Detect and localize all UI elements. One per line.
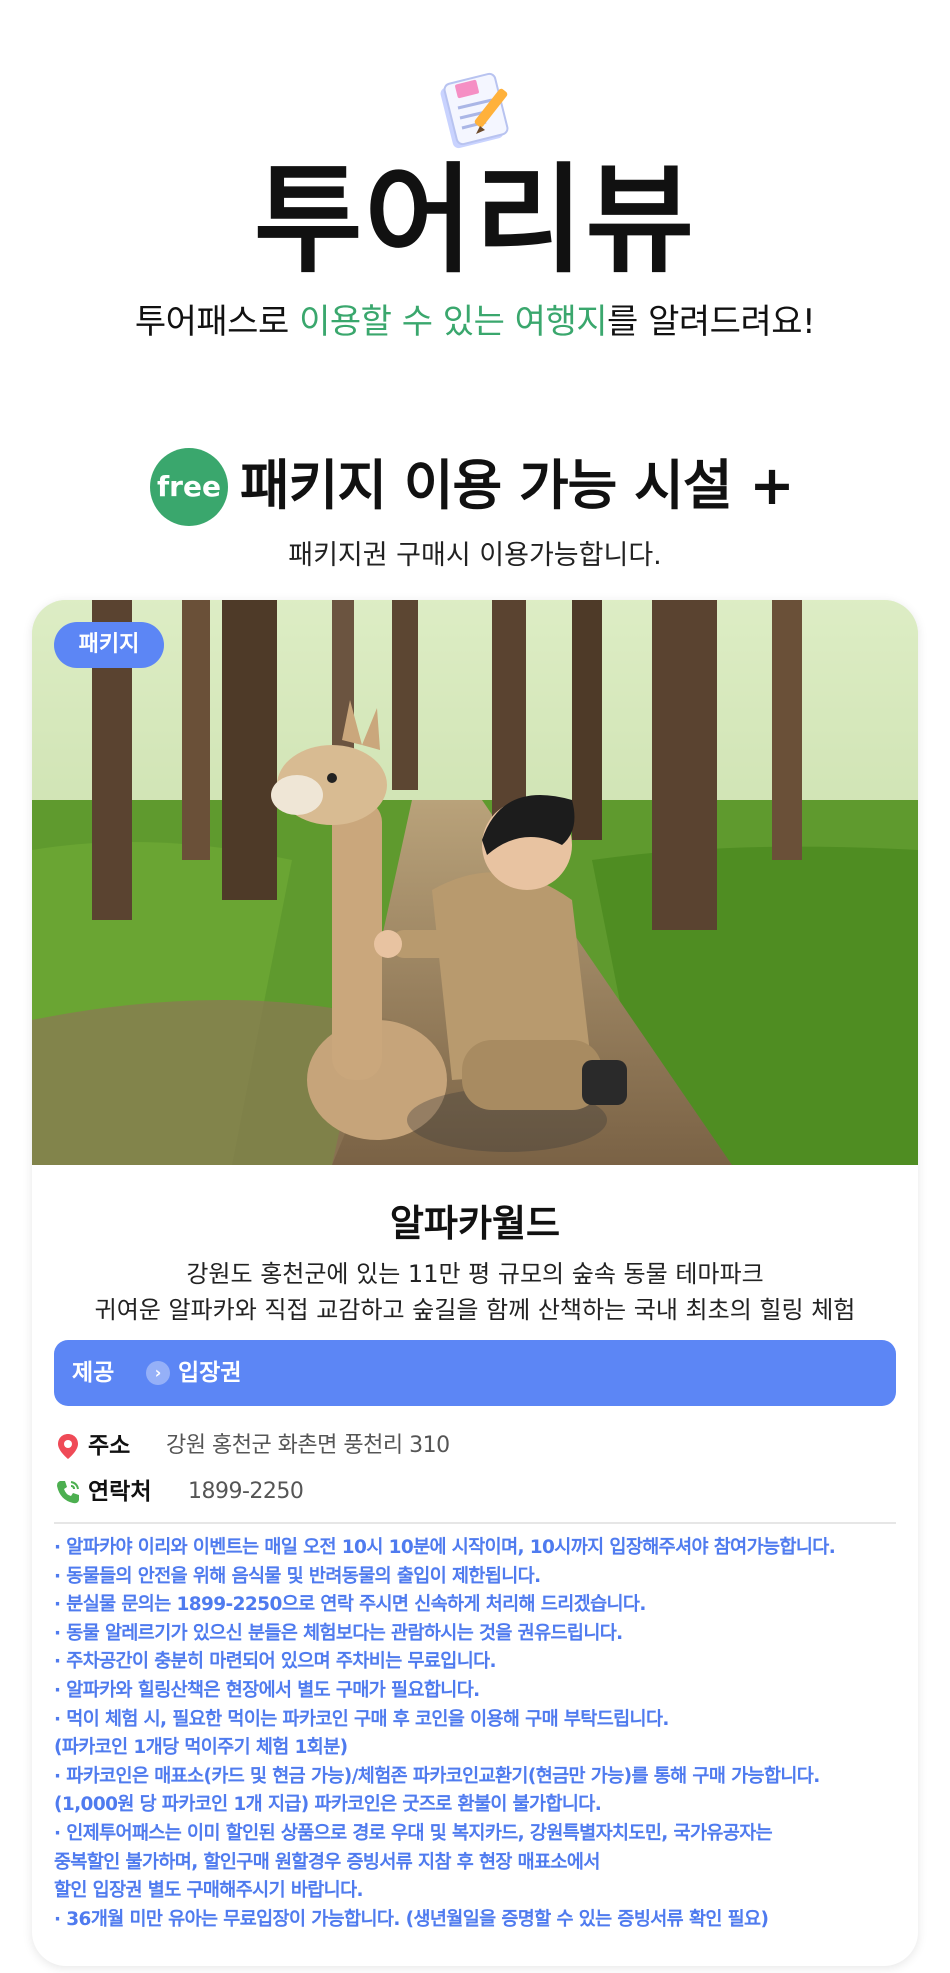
notice-list: · 알파카야 이리와 이벤트는 매일 오전 10시 10분에 시작이며, 10시…: [54, 1534, 904, 1934]
package-tag: 패키지: [54, 622, 164, 668]
hero-section: 투어리뷰 투어패스로 이용할 수 있는 여행지를 알려드려요!: [0, 0, 950, 370]
free-badge: free: [150, 448, 228, 526]
facility-name: 알파카월드: [389, 1202, 561, 1245]
divider: [54, 1522, 896, 1524]
notice-item: 할인 입장권 별도 구매해주시기 바랍니다.: [54, 1880, 364, 1902]
page-subtitle: 투어패스로 이용할 수 있는 여행지를 알려드려요!: [0, 300, 950, 344]
address-label: 주소: [88, 1433, 131, 1459]
section-title: 패키지 이용 가능 시설 +: [240, 454, 795, 517]
notice-item: · 먹이 체험 시, 필요한 먹이는 파카코인 구매 후 코인을 이용해 구매 …: [54, 1708, 669, 1730]
chevron-right-icon: ›: [146, 1361, 170, 1385]
subtitle-highlight: 이용할 수 있는 여행지: [299, 302, 608, 342]
notice-item: · 주차공간이 충분히 마련되어 있으며 주차비는 무료입니다.: [54, 1651, 497, 1673]
notice-item: · 인제투어패스는 이미 할인된 상품으로 경로 우대 및 복지카드, 강원특별…: [54, 1822, 773, 1844]
notice-item: · 분실물 문의는 1899-2250으로 연락 주시면 신속하게 처리해 드리…: [54, 1594, 646, 1616]
facility-card[interactable]: 패키지 알파카월드 강원도 홍천군에 있는 11만 평 규모의 숲속 동물 테마…: [32, 600, 918, 1966]
page-title: 투어리뷰: [253, 151, 697, 289]
section-subtitle: 패키지권 구매시 이용가능합니다.: [288, 540, 662, 571]
phone-label: 연락처: [88, 1479, 152, 1505]
phone-icon: [54, 1478, 82, 1506]
provide-value: 입장권: [178, 1360, 242, 1386]
provide-bar: 제공 › 입장권: [54, 1340, 896, 1406]
facility-description-line2: 귀여운 알파카와 직접 교감하고 숲길을 함께 산책하는 국내 최초의 힐링 체…: [94, 1296, 856, 1324]
provide-label: 제공: [72, 1360, 115, 1386]
notice-item: · 알파카야 이리와 이벤트는 매일 오전 10시 10분에 시작이며, 10시…: [54, 1537, 836, 1558]
notice-item: · 파카코인은 매표소(카드 및 현금 가능)/체험존 파카코인교환기(현금만 …: [54, 1765, 820, 1787]
notice-item: 중복할인 불가하며, 할인구매 원할경우 증빙서류 지참 후 현장 매표소에서: [54, 1851, 600, 1873]
notice-item: · 동물 알레르기가 있으신 분들은 체험보다는 관람하시는 것을 권유드립니다…: [54, 1622, 623, 1644]
notice-item: · 알파카와 힐링산책은 현장에서 별도 구매가 필요합니다.: [54, 1679, 480, 1701]
facility-photo: 패키지: [32, 600, 918, 1165]
memo-pencil-icon: [432, 68, 522, 158]
subtitle-pre: 투어패스로: [134, 302, 300, 342]
photo-boy-with-alpaca-icon: [32, 600, 918, 1165]
notice-item: (파카코인 1개당 먹이주기 체험 1회분): [54, 1737, 348, 1759]
subtitle-post: 를 알려드려요!: [607, 302, 816, 342]
address-value: 강원 홍천군 화촌면 풍천리 310: [166, 1433, 450, 1458]
facility-description-line1: 강원도 홍천군에 있는 11만 평 규모의 숲속 동물 테마파크: [186, 1260, 764, 1288]
notice-item: · 36개월 미만 유아는 무료입장이 가능합니다. (생년월일을 증명할 수 …: [54, 1908, 769, 1930]
section-header: free 패키지 이용 가능 시설 +: [0, 440, 950, 530]
phone-value[interactable]: 1899-2250: [188, 1472, 304, 1512]
location-pin-icon: [54, 1432, 82, 1460]
notice-item: · 동물들의 안전을 위해 음식물 및 반려동물의 출입이 제한됩니다.: [54, 1565, 541, 1587]
notice-item: (1,000원 당 파카코인 1개 지급) 파카코인은 굿즈로 환불이 불가합니…: [54, 1794, 602, 1816]
